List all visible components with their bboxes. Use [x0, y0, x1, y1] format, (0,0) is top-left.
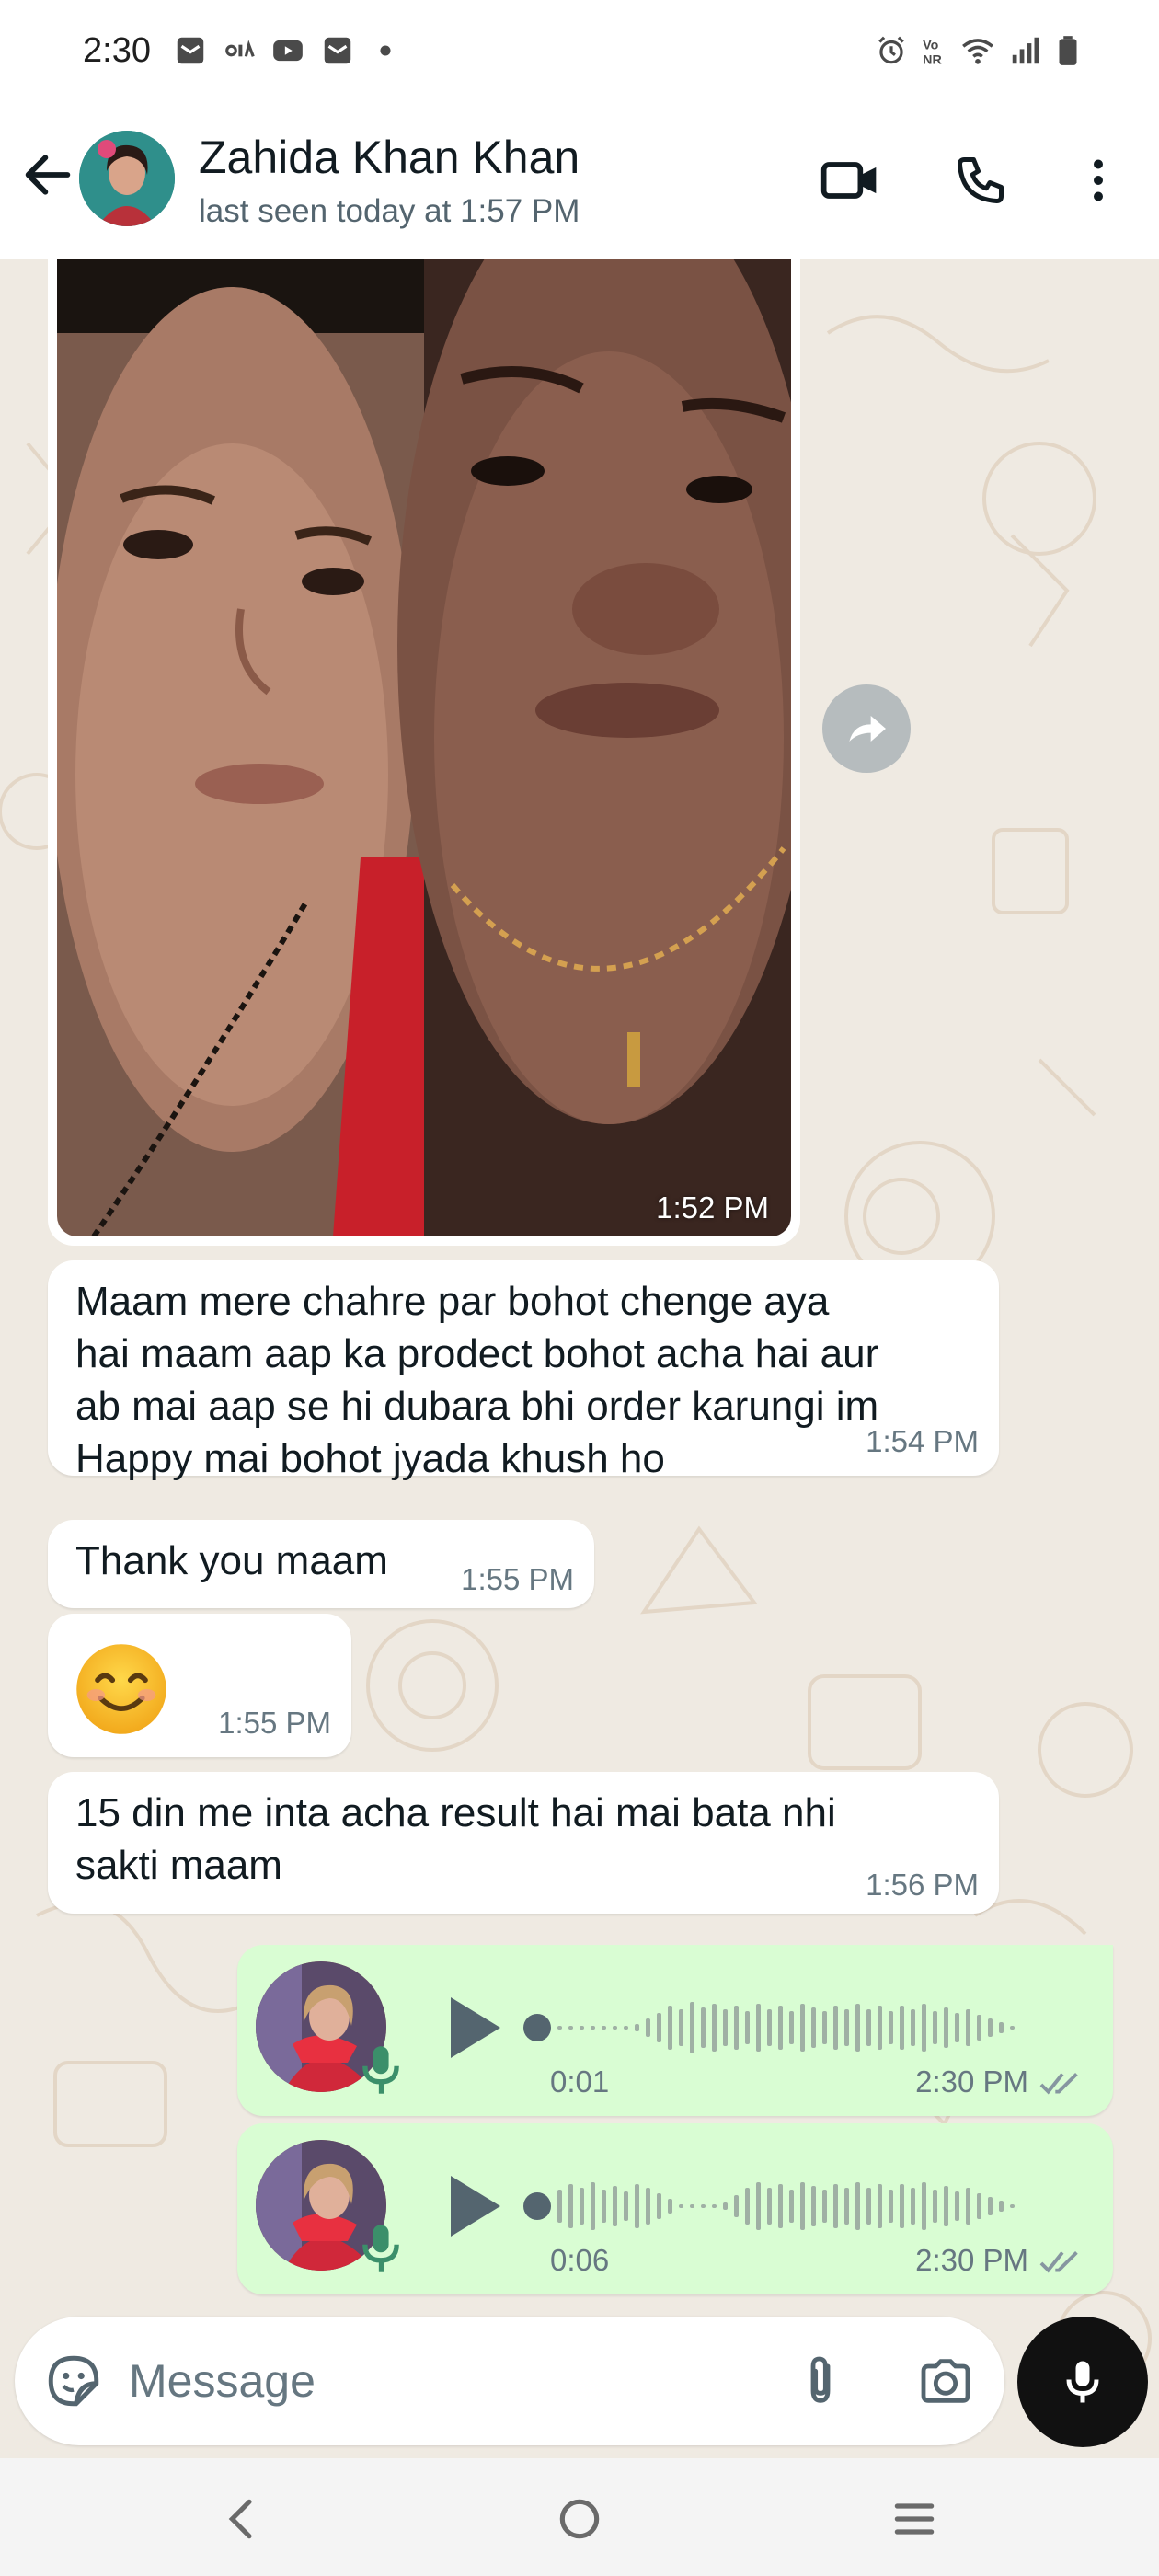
sticker-icon: [48, 2355, 99, 2407]
message-line: hai maam aap ka prodect bohot acha hai a…: [75, 1331, 879, 1376]
svg-text:Vo: Vo: [923, 38, 938, 52]
voice-call-button[interactable]: [947, 147, 1014, 213]
battery-icon: [1050, 33, 1085, 68]
arrow-left-icon: [25, 155, 71, 195]
message-text: 15 din me inta acha result hai mai bata …: [75, 1787, 836, 1892]
status-bar: 2:30 Vo NR: [0, 0, 1159, 103]
system-nav-bar: [0, 2458, 1159, 2576]
status-time: 2:30: [83, 31, 151, 70]
signal-icon: [1008, 33, 1043, 68]
contact-avatar[interactable]: [79, 131, 175, 226]
message-time: 2:30 PM: [915, 2243, 1028, 2277]
chat-header: Zahida Khan Khan last seen today at 1:57…: [0, 103, 1159, 259]
more-options-button[interactable]: [1065, 147, 1131, 213]
voice-message-bubble[interactable]: 0:06 2:30 PM: [237, 2123, 1113, 2294]
message-time: 1:54 PM: [866, 1424, 979, 1458]
double-check-icon: [1039, 2073, 1078, 2095]
vonr-icon: Vo NR: [920, 33, 955, 68]
alarm-icon: [874, 33, 909, 68]
text-message-bubble[interactable]: 15 din me inta acha result hai mai bata …: [48, 1772, 999, 1914]
wifi-icon: [960, 33, 995, 68]
video-camera-icon: [820, 162, 877, 199]
message-composer: [15, 2317, 1004, 2445]
forward-icon: [849, 716, 886, 742]
text-message-bubble[interactable]: Maam mere chahre par bohot chenge aya ha…: [48, 1260, 999, 1481]
before-after-photo[interactable]: 1:52 PM: [57, 259, 791, 1236]
nav-recents-button[interactable]: [878, 2482, 951, 2556]
mic-icon: [1066, 2361, 1099, 2403]
mic-icon: [362, 2225, 399, 2272]
camera-icon: [921, 2359, 970, 2403]
waveform[interactable]: [521, 1989, 1054, 2066]
voice-duration: 0:06: [550, 2243, 610, 2277]
message-time: 1:55 PM: [461, 1562, 574, 1596]
message-line: ab mai aap se hi dubara bhi order karung…: [75, 1384, 879, 1429]
message-text: Thank you maam: [75, 1538, 388, 1583]
smiling-face-icon: [76, 1644, 166, 1734]
double-check-icon: [1039, 2251, 1078, 2273]
more-vertical-icon: [1094, 159, 1103, 201]
nav-home-button[interactable]: [543, 2482, 616, 2556]
image-message-bubble[interactable]: 1:52 PM: [48, 259, 800, 1246]
svg-text:NR: NR: [923, 52, 942, 67]
youtube-icon: [270, 33, 305, 68]
voice-duration: 0:01: [550, 2064, 610, 2099]
record-voice-button[interactable]: [1017, 2317, 1148, 2447]
waveform[interactable]: [521, 2168, 1054, 2245]
camera-button[interactable]: [912, 2348, 979, 2414]
message-text: Maam mere chahre par bohot chenge aya ha…: [75, 1275, 878, 1485]
message-time: 1:56 PM: [866, 1868, 979, 1902]
play-icon[interactable]: [440, 2169, 506, 2243]
mail-icon: [173, 33, 208, 68]
dot-icon: [368, 33, 403, 68]
video-call-button[interactable]: [817, 147, 883, 213]
sticker-button[interactable]: [40, 2348, 107, 2414]
ola-icon: [223, 33, 258, 68]
last-seen-status: last seen today at 1:57 PM: [199, 193, 580, 229]
message-line: 15 din me inta acha result hai mai bata …: [75, 1790, 836, 1835]
message-time: 2:30 PM: [915, 2064, 1028, 2099]
message-time: 1:55 PM: [218, 1706, 331, 1740]
emoji-message-bubble[interactable]: 1:55 PM: [48, 1614, 351, 1757]
message-line: Happy mai bohot jyada khush ho: [75, 1436, 665, 1481]
paperclip-icon: [810, 2356, 831, 2403]
message-time: 1:52 PM: [656, 1190, 769, 1225]
play-icon[interactable]: [440, 1991, 506, 2064]
back-button[interactable]: [18, 145, 77, 204]
home-circle-icon: [559, 2499, 600, 2539]
menu-lines-icon: [894, 2503, 935, 2535]
text-message-bubble[interactable]: Thank you maam 1:55 PM: [48, 1520, 594, 1608]
chat-area[interactable]: 1:52 PM Maam mere chahre par bohot cheng…: [0, 259, 1159, 2458]
nav-back-button[interactable]: [206, 2482, 280, 2556]
mail-icon: [320, 33, 355, 68]
message-line: sakti maam: [75, 1843, 282, 1888]
voice-message-bubble[interactable]: 0:01 2:30 PM: [237, 1945, 1113, 2116]
phone-icon: [958, 157, 1004, 203]
chevron-left-icon: [228, 2499, 252, 2539]
message-input[interactable]: [129, 2348, 754, 2414]
contact-name[interactable]: Zahida Khan Khan: [199, 131, 580, 184]
message-line: Maam mere chahre par bohot chenge aya: [75, 1279, 830, 1324]
forward-button[interactable]: [822, 684, 911, 773]
attach-button[interactable]: [787, 2348, 854, 2414]
mic-icon: [362, 2046, 399, 2094]
